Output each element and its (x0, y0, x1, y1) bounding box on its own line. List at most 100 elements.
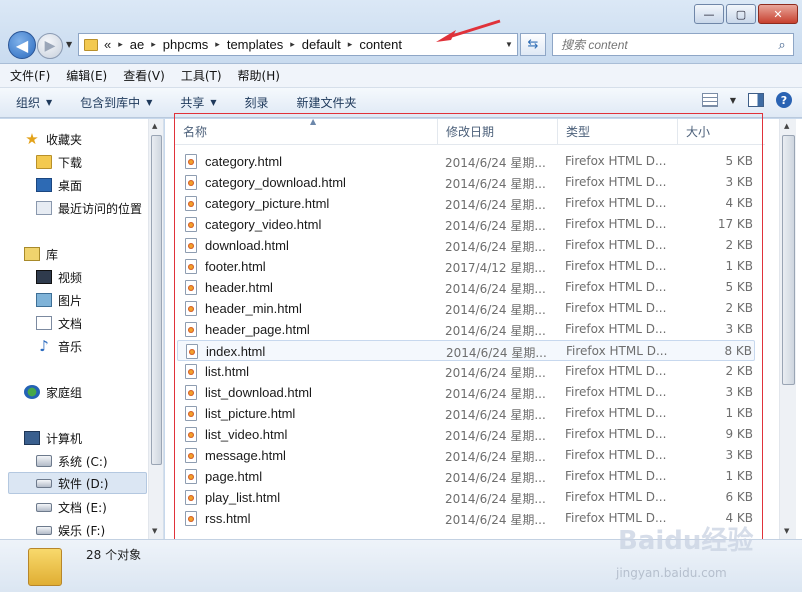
preview-pane-icon[interactable] (748, 93, 764, 107)
nav-music[interactable]: ♪ 音乐 (36, 335, 163, 357)
breadcrumb-phpcms[interactable]: phpcms (163, 37, 209, 52)
file-date-modified: 2014/6/24 星期... (446, 346, 547, 360)
file-name: category_picture.html (205, 196, 330, 211)
scroll-up-icon[interactable]: ▲ (152, 122, 157, 130)
file-row[interactable]: list_download.html 2014/6/24 星期... Firefox… (177, 382, 755, 403)
organize-button[interactable]: 组织 ▼ (16, 94, 52, 111)
file-row[interactable]: list.html 2014/6/24 星期... Firefox HTML D..… (177, 361, 755, 382)
help-icon[interactable]: ? (776, 92, 792, 108)
nav-favorites[interactable]: ★ 收藏夹 (24, 128, 163, 150)
column-date-modified[interactable]: 修改日期 (438, 119, 558, 145)
file-row[interactable]: category_picture.html 2014/6/24 星期... Fire… (177, 193, 755, 214)
file-size: 3 KB (725, 322, 753, 336)
file-row[interactable]: message.html 2014/6/24 星期... Firefox HTML … (177, 445, 755, 466)
file-row[interactable]: footer.html 2017/4/12 星期... Firefox HTML D… (177, 256, 755, 277)
nav-videos[interactable]: 视频 (36, 266, 163, 288)
forward-button[interactable]: ▶ (37, 33, 63, 59)
file-size: 1 KB (725, 259, 753, 273)
column-name[interactable]: 名称 (175, 119, 438, 145)
file-row[interactable]: page.html 2014/6/24 星期... Firefox HTML D..… (177, 466, 755, 487)
nav-documents[interactable]: 文档 (36, 312, 163, 334)
view-controls: ▼ ? (701, 92, 792, 108)
html-file-icon (185, 322, 197, 337)
search-box[interactable]: ⌕ (552, 33, 794, 56)
file-row[interactable]: download.html 2014/6/24 星期... Firefox HTML… (177, 235, 755, 256)
file-type: Firefox HTML D... (565, 511, 667, 525)
breadcrumb-ae[interactable]: ae (130, 37, 144, 52)
file-row[interactable]: header.html 2014/6/24 星期... Firefox HTML D… (177, 277, 755, 298)
breadcrumb-overflow[interactable]: « (104, 37, 111, 52)
chevron-right-icon[interactable]: ▸ (215, 39, 220, 50)
file-name: index.html (206, 344, 266, 359)
scroll-down-icon[interactable]: ▼ (784, 527, 789, 535)
nav-label: 图片 (58, 293, 83, 308)
breadcrumb-templates[interactable]: templates (227, 37, 283, 52)
nav-drive-c[interactable]: 系统 (C:) (36, 450, 163, 472)
search-icon[interactable]: ⌕ (771, 37, 793, 53)
file-type: Firefox HTML D... (565, 217, 667, 231)
menu-help[interactable]: 帮助(H) (238, 67, 280, 84)
chevron-right-icon[interactable]: ▸ (348, 39, 353, 50)
nav-drive-e[interactable]: 文档 (E:) (36, 496, 163, 518)
chevron-down-icon[interactable]: ▼ (730, 96, 736, 105)
file-row[interactable]: index.html 2014/6/24 星期... Firefox HTML D.… (177, 340, 755, 361)
breadcrumb-default[interactable]: default (302, 37, 341, 52)
file-row[interactable]: category.html 2014/6/24 星期... Firefox HTML… (177, 151, 755, 172)
include-in-library-button[interactable]: 包含到库中 ▼ (80, 94, 152, 111)
back-button[interactable]: ◀ (8, 31, 36, 59)
file-date-modified: 2014/6/24 星期... (445, 366, 546, 380)
column-type[interactable]: 类型 (558, 119, 678, 145)
file-row[interactable]: list_picture.html 2014/6/24 星期... Firefox … (177, 403, 755, 424)
column-size[interactable]: 大小 (678, 119, 765, 145)
file-row[interactable]: header_page.html 2014/6/24 星期... Firefox H… (177, 319, 755, 340)
menu-view[interactable]: 查看(V) (123, 67, 165, 84)
file-row[interactable]: play_list.html 2014/6/24 星期... Firefox HTM… (177, 487, 755, 508)
recent-pages-dropdown[interactable]: ▼ (66, 40, 72, 49)
annotation-arrow (436, 19, 501, 42)
maximize-button[interactable]: ▢ (726, 4, 756, 24)
file-date-modified: 2017/4/12 星期... (445, 261, 546, 275)
menu-file[interactable]: 文件(F) (10, 67, 50, 84)
refresh-button[interactable]: ⇆ (520, 33, 546, 56)
close-button[interactable]: ✕ (758, 4, 798, 24)
menu-tools[interactable]: 工具(T) (181, 67, 222, 84)
burn-button[interactable]: 刻录 (245, 94, 269, 111)
view-options-icon[interactable] (701, 93, 718, 107)
file-name: message.html (205, 448, 286, 463)
file-row[interactable]: rss.html 2014/6/24 星期... Firefox HTML D...… (177, 508, 755, 529)
recent-places-icon (36, 201, 52, 215)
nav-recent-places[interactable]: 最近访问的位置 (36, 197, 163, 219)
scroll-up-icon[interactable]: ▲ (784, 122, 789, 130)
nav-pictures[interactable]: 图片 (36, 289, 163, 311)
breadcrumb-content[interactable]: content (359, 37, 402, 52)
scroll-thumb[interactable] (782, 135, 795, 385)
scroll-down-icon[interactable]: ▼ (152, 527, 157, 535)
file-row[interactable]: header_min.html 2014/6/24 星期... Firefox HT… (177, 298, 755, 319)
nav-drive-f[interactable]: 娱乐 (F:) (36, 519, 163, 539)
new-folder-button[interactable]: 新建文件夹 (297, 94, 357, 111)
nav-drive-d[interactable]: 软件 (D:) (8, 472, 147, 494)
menu-edit[interactable]: 编辑(E) (66, 67, 107, 84)
file-row[interactable]: category_download.html 2014/6/24 星期... Fir… (177, 172, 755, 193)
chevron-right-icon[interactable]: ▸ (151, 39, 156, 50)
arrow-right-icon: ▶ (44, 38, 56, 54)
nav-label: 系统 (C:) (58, 454, 108, 469)
share-button[interactable]: 共享 ▼ (180, 94, 216, 111)
navigation-scrollbar[interactable]: ▲ ▼ (148, 119, 163, 539)
file-size: 4 KB (725, 196, 753, 210)
chevron-right-icon[interactable]: ▸ (290, 39, 295, 50)
file-list-scrollbar[interactable]: ▲ ▼ (779, 119, 796, 539)
nav-libraries[interactable]: 库 (24, 243, 163, 265)
nav-desktop[interactable]: 桌面 (36, 174, 163, 196)
nav-homegroup[interactable]: 家庭组 (24, 381, 163, 403)
search-input[interactable] (561, 37, 771, 52)
nav-computer[interactable]: 计算机 (24, 427, 163, 449)
file-date-modified: 2014/6/24 星期... (445, 303, 546, 317)
minimize-button[interactable]: — (694, 4, 724, 24)
nav-downloads[interactable]: 下载 (36, 151, 163, 173)
chevron-right-icon[interactable]: ▸ (118, 39, 123, 50)
file-row[interactable]: category_video.html 2014/6/24 星期... Firefo… (177, 214, 755, 235)
chevron-down-icon: ▼ (146, 98, 153, 107)
file-row[interactable]: list_video.html 2014/6/24 星期... Firefox HT… (177, 424, 755, 445)
scroll-thumb[interactable] (151, 135, 162, 465)
